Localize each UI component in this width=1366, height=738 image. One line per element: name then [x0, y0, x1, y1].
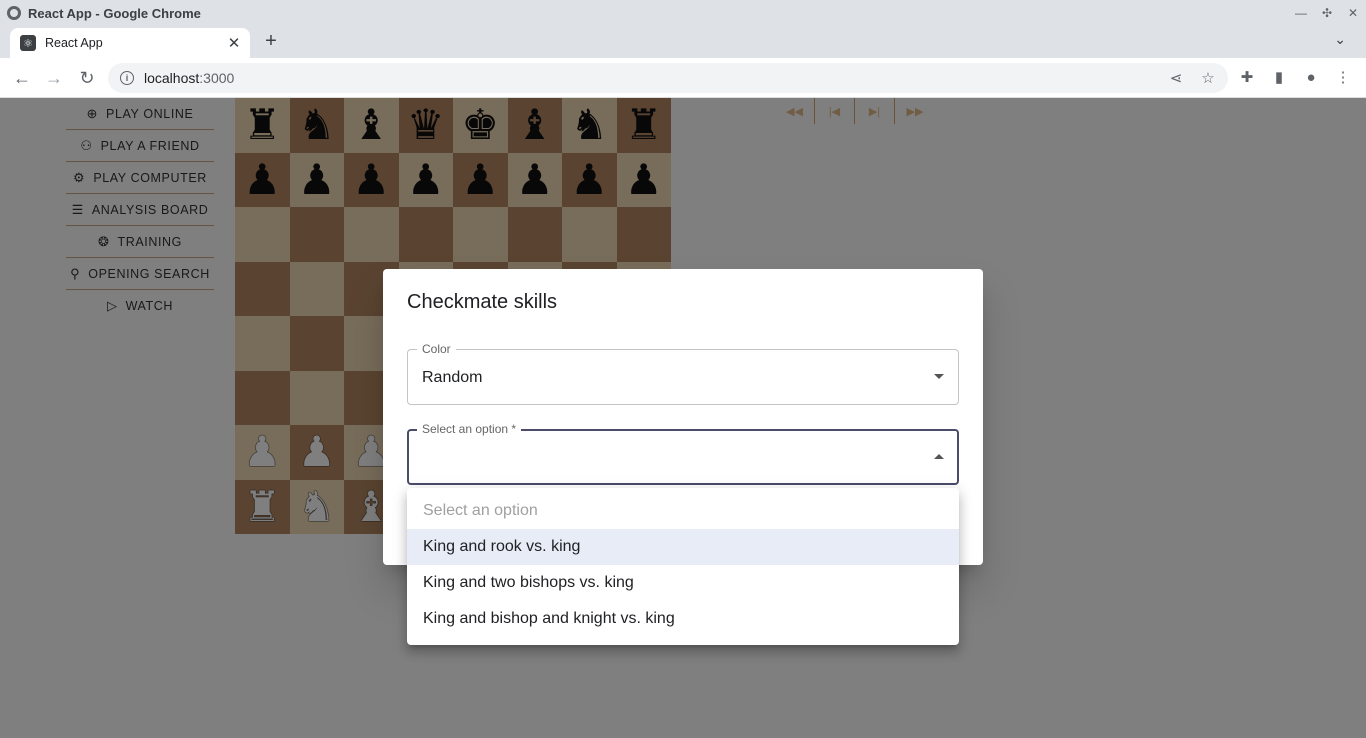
tab-close-icon[interactable]: ✕ [226, 34, 242, 52]
back-arrow-icon[interactable]: ← [10, 66, 34, 90]
site-info-icon[interactable]: i [120, 71, 134, 85]
color-select[interactable]: Color Random [407, 342, 959, 405]
menu-item-king-rook[interactable]: King and rook vs. king [407, 529, 959, 565]
url-text: localhost:3000 [144, 70, 235, 86]
browser-toolbar: ← → ↻ i localhost:3000 ⋖ ☆ ✚ ▮ ● ⋮ [0, 58, 1366, 98]
profile-avatar-icon[interactable]: ● [1299, 66, 1323, 90]
kebab-menu-icon[interactable]: ⋮ [1331, 66, 1355, 90]
window-titlebar: React App - Google Chrome — ✣ ✕ [0, 0, 1366, 26]
react-favicon-icon: ⚛ [20, 35, 36, 51]
menu-item-king-two-bishops[interactable]: King and two bishops vs. king [407, 565, 959, 601]
address-bar[interactable]: i localhost:3000 ⋖ ☆ [108, 63, 1228, 93]
reload-icon[interactable]: ↻ [75, 66, 99, 90]
maximize-icon[interactable]: ✣ [1314, 0, 1340, 26]
tab-react-app[interactable]: ⚛ React App ✕ [10, 28, 250, 58]
menu-item-placeholder[interactable]: Select an option [407, 493, 959, 529]
extensions-puzzle-icon[interactable]: ✚ [1235, 66, 1259, 90]
option-select[interactable]: Select an option * [407, 422, 959, 485]
tab-title: React App [45, 36, 103, 50]
tab-search-chevron-icon[interactable]: ⌄ [1334, 31, 1346, 48]
menu-item-king-bishop-knight[interactable]: King and bishop and knight vs. king [407, 601, 959, 637]
page-content: ⊕ PLAY ONLINE ⚇ PLAY A FRIEND ⚙ PLAY COM… [0, 98, 1366, 738]
dropdown-arrow-icon [934, 374, 944, 379]
color-select-label: Color [417, 342, 456, 356]
tab-strip: ⚛ React App ✕ + ⌄ [0, 26, 1366, 58]
window-controls: — ✣ ✕ [1288, 0, 1366, 26]
window-title: React App - Google Chrome [28, 5, 201, 21]
share-icon[interactable]: ⋖ [1164, 69, 1188, 87]
option-select-label: Select an option * [417, 422, 522, 436]
bookmark-star-icon[interactable]: ☆ [1196, 69, 1220, 87]
minimize-icon[interactable]: — [1288, 0, 1314, 26]
side-panel-icon[interactable]: ▮ [1267, 66, 1291, 90]
forward-arrow-icon[interactable]: → [42, 66, 66, 90]
new-tab-icon[interactable]: + [260, 30, 282, 52]
dialog-title: Checkmate skills [407, 291, 558, 313]
chrome-logo-icon [7, 6, 21, 20]
dropdown-arrow-up-icon [934, 454, 944, 459]
close-window-icon[interactable]: ✕ [1340, 0, 1366, 26]
color-select-value: Random [422, 369, 483, 386]
option-dropdown-menu: Select an option King and rook vs. king … [407, 488, 959, 645]
